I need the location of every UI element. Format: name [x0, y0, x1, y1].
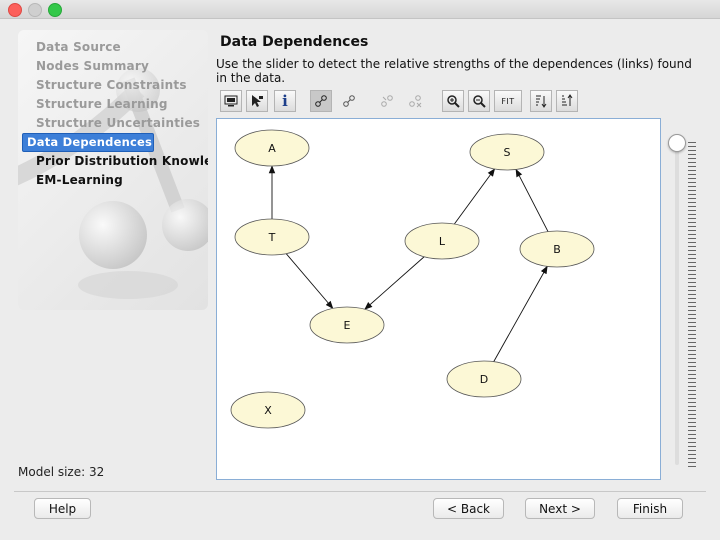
reverse-link-button[interactable]: [376, 90, 398, 112]
sort-down-icon: [536, 95, 547, 108]
select-button[interactable]: [246, 90, 268, 112]
step-structure-learning: Structure Learning: [36, 97, 168, 111]
edge-l-s[interactable]: [454, 168, 496, 225]
node-s[interactable]: S: [469, 133, 545, 171]
node-x-label: X: [264, 404, 272, 417]
print-button[interactable]: [220, 90, 242, 112]
node-x[interactable]: X: [230, 391, 306, 429]
dependence-strength-slider-thumb[interactable]: [668, 134, 686, 152]
delete-link-button[interactable]: [404, 90, 426, 112]
back-button[interactable]: < Back: [433, 498, 504, 519]
node-e[interactable]: E: [309, 306, 385, 344]
remove-link-button[interactable]: [338, 90, 360, 112]
info-button[interactable]: i: [274, 90, 296, 112]
zoom-in-icon: [447, 95, 460, 108]
model-size-label: Model size: 32: [18, 465, 105, 479]
step-structure-constraints: Structure Constraints: [36, 78, 187, 92]
node-a-label: A: [268, 142, 276, 155]
minimize-window-button[interactable]: [28, 3, 42, 17]
link-disabled-icon: [381, 95, 393, 107]
page-description: Use the slider to detect the relative st…: [216, 57, 692, 85]
node-l[interactable]: L: [404, 222, 480, 260]
link-delete-icon: [409, 95, 422, 108]
step-data-source: Data Source: [36, 40, 121, 54]
footer-separator: [14, 491, 706, 492]
edge-b-s[interactable]: [515, 168, 549, 232]
step-prior-distribution-knowledge: Prior Distribution Knowledge: [36, 154, 208, 168]
close-window-button[interactable]: [8, 3, 22, 17]
step-nodes-summary: Nodes Summary: [36, 59, 149, 73]
cursor-flag-icon: [252, 95, 263, 107]
network-graph-canvas[interactable]: A S T L B E D X: [216, 118, 661, 480]
node-d[interactable]: D: [446, 360, 522, 398]
sort-descending-button[interactable]: [530, 90, 552, 112]
info-icon: i: [282, 92, 288, 110]
network-graph: A S T L B E D X: [230, 129, 595, 429]
node-e-label: E: [344, 319, 351, 332]
node-a[interactable]: A: [234, 129, 310, 167]
sort-ascending-button[interactable]: [556, 90, 578, 112]
fit-button[interactable]: FIT: [494, 90, 522, 112]
step-structure-uncertainties: Structure Uncertainties: [36, 116, 201, 130]
next-button[interactable]: Next >: [525, 498, 595, 519]
link-icon: [315, 95, 327, 107]
zoom-in-button[interactable]: [442, 90, 464, 112]
sort-up-icon: [562, 94, 573, 106]
monitor-icon: [224, 95, 238, 107]
finish-button[interactable]: Finish: [617, 498, 683, 519]
node-s-label: S: [504, 146, 511, 159]
add-link-button[interactable]: [310, 90, 332, 112]
edge-t-e[interactable]: [285, 253, 334, 309]
node-b-label: B: [553, 243, 561, 256]
zoom-out-button[interactable]: [468, 90, 490, 112]
slider-ticks: [688, 142, 696, 468]
edge-d-b[interactable]: [493, 265, 548, 362]
node-t[interactable]: T: [234, 218, 310, 256]
help-button[interactable]: Help: [34, 498, 91, 519]
link-alt-icon: [343, 95, 355, 107]
node-b[interactable]: B: [519, 230, 595, 268]
dependence-strength-slider-track[interactable]: [675, 135, 679, 465]
node-d-label: D: [480, 373, 488, 386]
fit-label: FIT: [501, 96, 515, 106]
node-l-label: L: [439, 235, 446, 248]
zoom-window-button[interactable]: [48, 3, 62, 17]
wizard-steps-list: Data Source Nodes Summary Structure Cons…: [18, 38, 208, 190]
node-t-label: T: [268, 231, 276, 244]
page-title: Data Dependences: [220, 34, 369, 50]
step-data-dependences: Data Dependences: [22, 133, 154, 152]
zoom-out-icon: [473, 95, 486, 108]
window-titlebar: [0, 0, 720, 19]
edge-l-e[interactable]: [364, 256, 425, 310]
step-em-learning: EM-Learning: [36, 173, 123, 187]
